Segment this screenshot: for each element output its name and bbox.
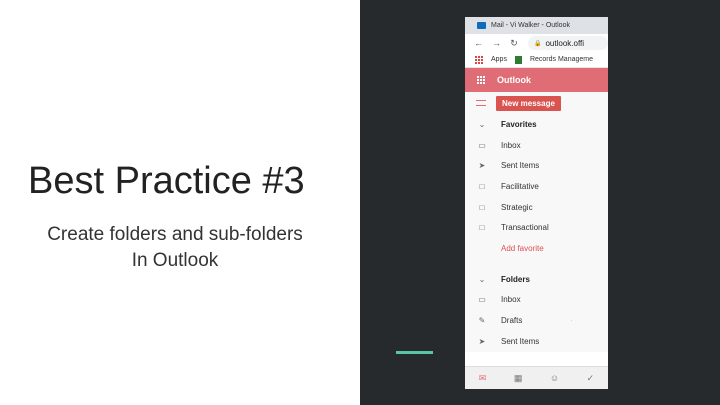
bookmark-apps[interactable]: Apps [491,56,507,63]
app-launcher-icon[interactable] [477,76,485,84]
subtitle-line-1: Create folders and sub-folders [47,224,303,245]
folder-drafts[interactable]: ✎ Drafts · [465,310,608,331]
favorite-strategic[interactable]: □ Strategic [465,197,608,218]
favorite-facilitative[interactable]: □ Facilitative [465,176,608,197]
url-text: outlook.offi [545,38,585,48]
lock-icon: 🔒 [534,40,542,47]
url-field[interactable]: 🔒 outlook.offi [528,36,608,50]
bookmarks-bar: Apps Records Manageme [465,52,608,68]
browser-tab-title[interactable]: Mail - Vi Walker - Outlook [491,22,570,29]
new-message-button[interactable]: New message [496,95,561,111]
send-icon: ➤ [478,336,486,346]
back-arrow-icon[interactable]: ← [474,38,483,48]
module-switcher: ✉ ▦ ☺ ✓ [465,366,608,389]
favorites-header[interactable]: ⌄ Favorites [465,114,608,135]
outlook-screenshot: Mail - Vi Walker - Outlook ← → ↻ 🔒 outlo… [465,17,608,389]
calendar-icon[interactable]: ▦ [514,373,523,384]
inbox-icon: ▭ [478,140,486,150]
tasks-icon[interactable]: ✓ [587,373,595,384]
apps-grid-icon[interactable] [475,55,483,64]
hamburger-menu-icon[interactable] [476,100,486,106]
folder-sent-items[interactable]: ➤ Sent Items [465,331,608,352]
send-icon: ➤ [478,161,486,171]
folder-pane: ⌄ Favorites ▭ Inbox ➤ Sent Items □ Facil… [465,114,608,352]
forward-arrow-icon[interactable]: → [492,38,501,48]
action-row: New message [465,92,608,114]
inbox-icon: ▭ [478,295,486,305]
outlook-header: Outlook [465,68,608,92]
folder-icon: □ [479,181,485,191]
slide-text-panel: Best Practice #3 Create folders and sub-… [0,0,360,405]
reload-icon[interactable]: ↻ [510,38,518,49]
accent-line [396,351,433,354]
folder-icon: □ [479,202,485,212]
slide-subtitle: Create folders and sub-folders In Outloo… [30,222,320,274]
folders-header[interactable]: ⌄ Folders [465,269,608,290]
outlook-tab-icon [477,22,486,29]
folder-inbox[interactable]: ▭ Inbox [465,290,608,311]
records-bookmark-icon [514,55,522,64]
favorite-inbox[interactable]: ▭ Inbox [465,135,608,156]
favorite-transactional[interactable]: □ Transactional [465,217,608,238]
favorite-sent-items[interactable]: ➤ Sent Items [465,155,608,176]
pencil-icon: ✎ [478,316,486,326]
chevron-down-icon: ⌄ [478,274,486,284]
mail-icon[interactable]: ✉ [479,373,487,384]
bookmark-records[interactable]: Records Manageme [530,56,593,63]
outlook-app-name[interactable]: Outlook [497,75,531,85]
subtitle-line-2: In Outlook [131,250,219,271]
people-icon[interactable]: ☺ [550,373,559,383]
address-bar: ← → ↻ 🔒 outlook.offi [465,34,608,52]
browser-tab-bar: Mail - Vi Walker - Outlook [465,17,608,34]
slide-title: Best Practice #3 [28,160,305,202]
add-favorite-link[interactable]: Add favorite [465,238,608,259]
folder-icon: □ [479,223,485,233]
chevron-down-icon: ⌄ [478,119,486,129]
dot-marker: · [570,317,573,324]
